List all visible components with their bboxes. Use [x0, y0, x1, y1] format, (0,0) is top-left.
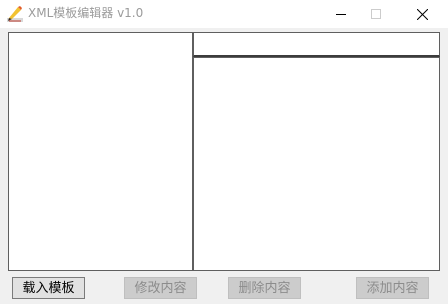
maximize-button: [353, 0, 399, 28]
delete-content-button[interactable]: 删除内容: [228, 277, 301, 299]
load-template-button[interactable]: 载入模板: [12, 277, 85, 299]
maximize-icon: [371, 9, 381, 19]
add-content-button[interactable]: 添加内容: [356, 277, 429, 299]
pencil-icon: [6, 5, 24, 23]
close-icon: [416, 8, 428, 20]
title-bar[interactable]: XML模板编辑器 v1.0: [0, 0, 448, 28]
content-edit-area[interactable]: [193, 57, 440, 271]
app-window: XML模板编辑器 v1.0 载入模板 修改内容 删除内容 添加内容: [0, 0, 448, 304]
minimize-icon: [336, 9, 346, 19]
node-name-field[interactable]: [193, 32, 440, 57]
template-tree-panel[interactable]: [8, 32, 193, 271]
close-button[interactable]: [399, 0, 445, 28]
window-title: XML模板编辑器 v1.0: [28, 6, 144, 20]
modify-content-button[interactable]: 修改内容: [124, 277, 197, 299]
